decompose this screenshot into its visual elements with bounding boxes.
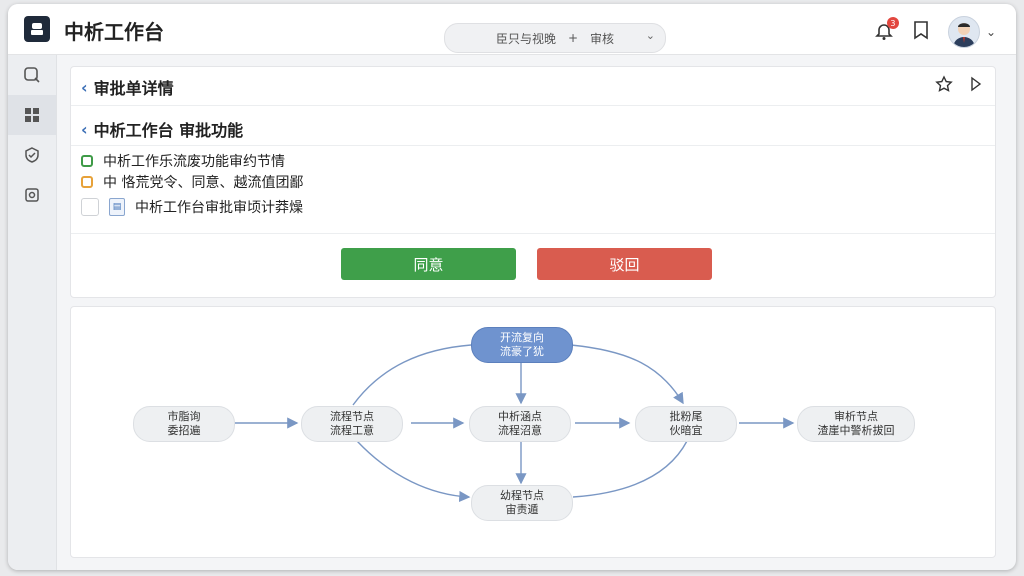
back-chevron-icon[interactable]: ‹ (81, 120, 88, 139)
node-label: 流程节点 (330, 410, 374, 423)
list-item[interactable]: 中 恪荒党令、同意、越流值团鄙 (81, 172, 303, 192)
flow-node-top[interactable]: 开流复向 流豪了犹 (471, 327, 573, 363)
sidebar-item-dashboard[interactable] (8, 95, 56, 135)
node-label: 委招遍 (167, 424, 201, 437)
flow-edge (356, 440, 471, 503)
section-header: ‹ 中析工作台 审批功能 (81, 117, 243, 141)
list-item-label: 中析工作台审批审顷计莽燥 (135, 200, 303, 216)
status-checkbox[interactable] (81, 176, 93, 188)
status-checkbox[interactable] (81, 155, 93, 167)
sidebar-item-approvals[interactable] (8, 135, 56, 175)
node-label: 市脂询 (167, 410, 201, 423)
list-item-label: 中 恪荒党令、同意、越流值团鄙 (103, 175, 304, 191)
flow-diagram-card: 开流复向 流豪了犹 市脂询 委招遍 流程节点 流程工意 中析涵点 流程沼意 批粉… (70, 306, 996, 558)
sidebar-item-settings[interactable] (8, 175, 56, 215)
actions-divider (71, 233, 995, 234)
node-label: 宙责遁 (505, 503, 539, 516)
chevron-down-icon: ⌄ (985, 25, 996, 39)
list-item[interactable]: ▤ 中析工作台审批审顷计莽燥 (81, 197, 303, 217)
notification-badge: 3 (886, 17, 899, 29)
star-icon[interactable] (935, 75, 953, 97)
grid-icon (25, 108, 39, 122)
flow-node-center[interactable]: 中析涵点 流程沼意 (469, 406, 571, 442)
app-logo-icon[interactable] (24, 16, 50, 42)
node-label: 幼程节点 (500, 489, 544, 502)
play-icon[interactable] (969, 75, 983, 97)
node-label: 开流复向 (500, 331, 544, 344)
app-title: 中析工作台 (64, 20, 164, 44)
search-left-text: 臣只与视晚 (495, 31, 556, 46)
node-label: 流程工意 (330, 424, 374, 437)
search-icon (24, 67, 40, 83)
flow-edge (570, 344, 684, 405)
node-label: 流豪了犹 (500, 345, 544, 358)
flow-node-bottom[interactable]: 幼程节点 宙责遁 (471, 485, 573, 521)
flow-edge (352, 344, 472, 406)
header-divider (71, 105, 995, 106)
check-badge-icon (25, 147, 39, 163)
flow-edge (572, 440, 688, 498)
bookmark-button[interactable] (912, 20, 930, 44)
user-menu[interactable]: ⌄ (947, 16, 996, 48)
top-bar: 中析工作台 臣只与视晚 + 审核 ⌄ 3 ⌄ (8, 4, 1016, 55)
chevron-down-icon[interactable]: ⌄ (646, 29, 655, 42)
top-search-box[interactable]: 臣只与视晚 + 审核 ⌄ (444, 23, 666, 53)
reject-button[interactable]: 驳回 (537, 248, 712, 280)
node-label: 批粉尾 (669, 410, 703, 423)
list-item-label: 中析工作乐流废功能审约节情 (103, 154, 285, 170)
sidebar (8, 55, 57, 570)
notification-button[interactable]: 3 (874, 17, 899, 42)
detail-title: 审批单详情 (93, 79, 174, 98)
select-checkbox[interactable] (81, 198, 99, 216)
avatar (947, 16, 980, 48)
node-label: 伙暗宜 (669, 424, 703, 437)
detail-header-actions (935, 75, 983, 97)
back-chevron-icon[interactable]: ‹ (81, 78, 88, 97)
settings-icon (25, 188, 39, 202)
top-actions: 3 ⌄ (874, 16, 996, 48)
bookmark-icon (914, 21, 928, 40)
flow-node-end[interactable]: 审析节点 渣崖中警析拔回 (797, 406, 915, 442)
detail-header: ‹ 审批单详情 (81, 75, 174, 99)
flow-node-2[interactable]: 流程节点 流程工意 (301, 406, 403, 442)
sidebar-item-search[interactable] (8, 55, 56, 95)
section-divider (71, 145, 995, 146)
app-window: 中析工作台 臣只与视晚 + 审核 ⌄ 3 ⌄ ‹ 审批单详情 ‹ 中析工作台 审… (8, 4, 1016, 570)
node-label: 流程沼意 (498, 424, 542, 437)
flow-node-start[interactable]: 市脂询 委招遍 (133, 406, 235, 442)
node-label: 审析节点 (834, 410, 878, 423)
search-plus: + (567, 31, 579, 45)
node-label: 渣崖中警析拔回 (817, 424, 895, 437)
document-icon: ▤ (109, 198, 125, 216)
search-right-text: 审核 (590, 31, 615, 46)
section-title: 中析工作台 审批功能 (93, 121, 244, 140)
approve-button[interactable]: 同意 (341, 248, 516, 280)
flow-node-4[interactable]: 批粉尾 伙暗宜 (635, 406, 737, 442)
node-label: 中析涵点 (498, 410, 542, 423)
list-item[interactable]: 中析工作乐流废功能审约节情 (81, 151, 285, 171)
approval-detail-card: ‹ 审批单详情 ‹ 中析工作台 审批功能 中析工作乐流废功能审约节情 中 恪荒党… (70, 66, 996, 298)
